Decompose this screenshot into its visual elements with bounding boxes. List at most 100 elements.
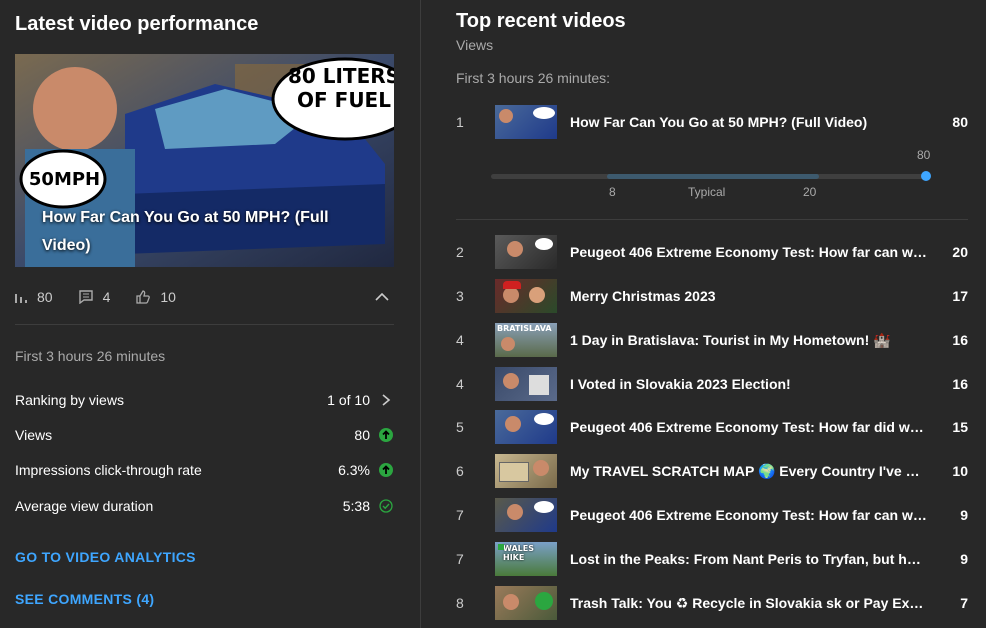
thumbnail-caption: WALES HIKE: [503, 544, 534, 562]
period-label: First 3 hours 26 minutes: [15, 348, 166, 364]
speech-bubble-speed: 50MPH: [28, 169, 101, 190]
video-row[interactable]: 7 WALES HIKE Lost in the Peaks: From Nan…: [456, 542, 968, 576]
video-views: 9: [960, 507, 968, 523]
video-title: Peugeot 406 Extreme Economy Test: How fa…: [570, 507, 928, 523]
video-row[interactable]: 4 I Voted in Slovakia 2023 Election! 16: [456, 367, 968, 401]
metric-ctr: Impressions click-through rate 6.3%: [15, 460, 394, 480]
bar-chart-icon: [15, 294, 27, 303]
metric-value: 6.3%: [338, 462, 370, 478]
video-thumbnail: [495, 235, 557, 269]
video-views: 20: [952, 244, 968, 260]
video-title: I Voted in Slovakia 2023 Election!: [570, 376, 791, 392]
video-views: 15: [952, 419, 968, 435]
video-thumbnail: [495, 586, 557, 620]
check-circle-icon: [379, 499, 393, 513]
video-title: Peugeot 406 Extreme Economy Test: How fa…: [570, 419, 928, 435]
chevron-up-icon: [375, 292, 389, 301]
range-value-label: 80: [917, 148, 931, 162]
video-views: 17: [952, 288, 968, 304]
speech-bubble-text: 80 LITERS OF FUEL: [287, 64, 394, 112]
latest-video-panel: Latest video performance 80 LITERS OF FU…: [0, 0, 420, 628]
video-rank: 1: [456, 114, 464, 130]
video-row[interactable]: 8 Trash Talk: You ♻ Recycle in Slovakia …: [456, 586, 968, 620]
video-views: 9: [960, 551, 968, 567]
video-row[interactable]: 2 Peugeot 406 Extreme Economy Test: How …: [456, 235, 968, 269]
comments-stat: 4: [78, 289, 110, 305]
video-views: 7: [960, 595, 968, 611]
metric-label: Average view duration: [15, 498, 154, 514]
video-row[interactable]: 4 BRATISLAVA 1 Day in Bratislava: Touris…: [456, 323, 968, 357]
video-rank: 6: [456, 463, 464, 479]
video-rank: 4: [456, 332, 464, 348]
thumbs-up-icon: [136, 290, 151, 304]
video-rank: 8: [456, 595, 464, 611]
video-thumbnail: [495, 367, 557, 401]
views-count: 80: [37, 289, 53, 305]
panel-title: Top recent videos: [456, 10, 626, 32]
top-recent-videos-panel: Top recent videos Views First 3 hours 26…: [421, 0, 986, 628]
video-title: Merry Christmas 2023: [570, 288, 716, 304]
divider: [15, 324, 394, 325]
video-title: 1 Day in Bratislava: Tourist in My Homet…: [570, 331, 891, 348]
video-views: 16: [952, 332, 968, 348]
video-rank: 3: [456, 288, 464, 304]
metric-label: Views: [15, 427, 53, 443]
thumbnail-caption: BRATISLAVA: [497, 324, 552, 333]
video-thumbnail: [495, 410, 557, 444]
video-title: My TRAVEL SCRATCH MAP 🌍 Every Country I'…: [570, 462, 928, 479]
panel-title: Latest video performance: [15, 13, 259, 35]
see-comments-link[interactable]: SEE COMMENTS (4): [15, 591, 154, 607]
go-to-analytics-link[interactable]: GO TO VIDEO ANALYTICS: [15, 549, 196, 565]
video-thumbnail: BRATISLAVA: [495, 323, 557, 357]
video-stats: 80 4 10: [15, 288, 202, 306]
video-rank: 2: [456, 244, 464, 260]
panel-subtitle: Views: [456, 37, 494, 53]
video-rank: 4: [456, 376, 464, 392]
range-low-label: 8: [609, 185, 616, 199]
typical-range-segment: [607, 174, 819, 179]
metric-ranking[interactable]: Ranking by views 1 of 10: [15, 390, 394, 410]
video-title: Peugeot 406 Extreme Economy Test: How fa…: [570, 244, 928, 260]
arrow-up-circle-icon: [379, 428, 393, 442]
video-row[interactable]: 5 Peugeot 406 Extreme Economy Test: How …: [456, 410, 968, 444]
video-rank: 7: [456, 507, 464, 523]
metric-label: Ranking by views: [15, 392, 124, 408]
current-value-dot: [921, 171, 931, 181]
views-stat: 80: [15, 289, 53, 305]
video-row[interactable]: 7 Peugeot 406 Extreme Economy Test: How …: [456, 498, 968, 532]
comment-icon: [78, 290, 93, 304]
metric-avg-duration: Average view duration 5:38: [15, 496, 394, 516]
likes-count: 10: [160, 289, 176, 305]
period-label: First 3 hours 26 minutes:: [456, 70, 611, 86]
video-rank: 7: [456, 551, 464, 567]
video-views: 16: [952, 376, 968, 392]
likes-stat: 10: [136, 289, 176, 305]
video-title: Lost in the Peaks: From Nant Peris to Tr…: [570, 551, 928, 567]
video-row[interactable]: 1 How Far Can You Go at 50 MPH? (Full Vi…: [456, 105, 968, 139]
video-thumbnail: [495, 498, 557, 532]
video-rank: 5: [456, 419, 464, 435]
collapse-button[interactable]: [374, 290, 390, 308]
video-thumbnail: [495, 454, 557, 488]
video-title: Trash Talk: You ♻ Recycle in Slovakia sk…: [570, 594, 928, 611]
metric-value: 80: [354, 427, 370, 443]
range-high-label: 20: [803, 185, 817, 199]
video-thumbnail: [495, 279, 557, 313]
divider: [456, 219, 968, 220]
video-thumbnail: [495, 105, 557, 139]
video-row[interactable]: 6 My TRAVEL SCRATCH MAP 🌍 Every Country …: [456, 454, 968, 488]
video-thumbnail: WALES HIKE: [495, 542, 557, 576]
video-row[interactable]: 3 Merry Christmas 2023 17: [456, 279, 968, 313]
chevron-right-icon: [382, 394, 391, 406]
video-views: 10: [952, 463, 968, 479]
video-views: 80: [952, 114, 968, 130]
metric-views: Views 80: [15, 425, 394, 445]
metric-label: Impressions click-through rate: [15, 462, 202, 478]
typical-range-indicator: 80 8 Typical 20: [491, 145, 931, 205]
range-typical-label: Typical: [688, 185, 726, 199]
metric-value: 1 of 10: [327, 392, 370, 408]
video-title: How Far Can You Go at 50 MPH? (Full Vide…: [570, 114, 868, 130]
video-thumbnail[interactable]: 80 LITERS OF FUEL 50MPH How Far Can You …: [15, 54, 394, 267]
video-title[interactable]: How Far Can You Go at 50 MPH? (Full Vide…: [42, 204, 342, 260]
arrow-up-circle-icon: [379, 463, 393, 477]
